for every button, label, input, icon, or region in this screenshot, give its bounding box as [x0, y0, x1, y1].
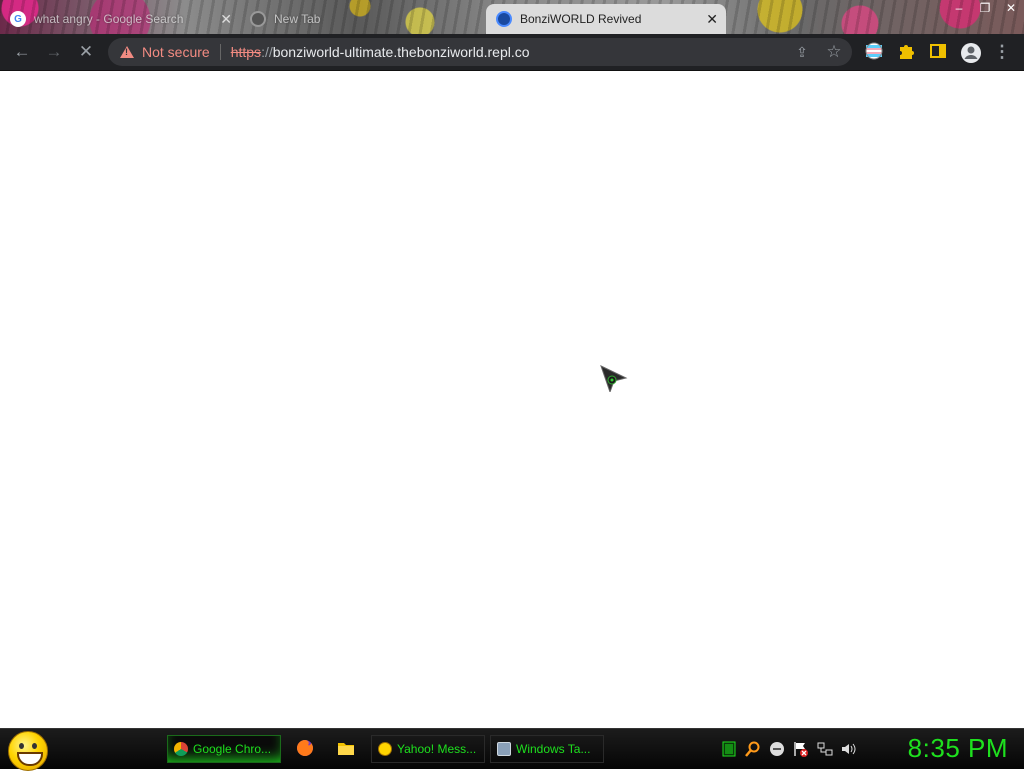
folder-icon[interactable]: [337, 739, 355, 757]
status-circle-icon[interactable]: [769, 741, 785, 757]
mouse-cursor-icon: [600, 365, 628, 392]
google-icon: G: [10, 11, 26, 27]
chrome-icon: [174, 742, 188, 756]
close-tab-icon[interactable]: ✕: [706, 11, 718, 28]
tab-new-tab[interactable]: New Tab: [250, 4, 480, 34]
taskbar-button-label: Windows Ta...: [516, 742, 591, 756]
firefox-icon[interactable]: [296, 739, 314, 757]
minimize-button[interactable]: –: [946, 0, 972, 18]
start-button-smiley-icon[interactable]: [8, 731, 48, 771]
taskbar-button-label: Google Chro...: [193, 742, 272, 756]
tab-bonziworld[interactable]: BonziWORLD Revived ✕: [486, 4, 726, 34]
divider: [219, 44, 221, 60]
address-bar[interactable]: Not secure https :// bonziworld-ultimate…: [108, 38, 852, 66]
close-tab-icon[interactable]: ✕: [220, 11, 232, 28]
url-scheme: https: [230, 44, 262, 60]
taskbar-clock[interactable]: 8:35 PM: [908, 733, 1008, 764]
extensions-puzzle-icon[interactable]: [896, 42, 916, 62]
extension-flag-icon[interactable]: [864, 42, 884, 62]
taskbar-button-label: Yahoo! Mess...: [397, 742, 477, 756]
volume-icon[interactable]: [841, 741, 857, 757]
url-separator: ://: [261, 44, 273, 60]
tab-title: what angry - Google Search: [34, 12, 184, 26]
back-arrow-icon[interactable]: ←: [12, 42, 32, 62]
bookmark-star-icon[interactable]: ☆: [824, 42, 844, 62]
network-icon[interactable]: [817, 741, 833, 757]
action-center-flag-icon[interactable]: [793, 741, 809, 757]
taskbar-chrome-button[interactable]: Google Chro...: [167, 735, 281, 763]
yahoo-messenger-icon: [378, 742, 392, 756]
taskbar-task-manager-button[interactable]: Windows Ta...: [490, 735, 604, 763]
tab-strip: G what angry - Google Search ✕ New Tab B…: [0, 0, 1024, 34]
tab-title: BonziWORLD Revived: [520, 12, 642, 26]
window-controls: – ❐ ✕: [946, 0, 1024, 18]
chrome-icon: [250, 11, 266, 27]
task-manager-icon: [497, 742, 511, 756]
restore-button[interactable]: ❐: [972, 0, 998, 18]
menu-kebab-icon[interactable]: ⋮: [992, 42, 1012, 62]
tab-title: New Tab: [274, 12, 321, 26]
monitor-green-icon[interactable]: [722, 741, 736, 757]
tab-google-search[interactable]: G what angry - Google Search ✕: [10, 4, 240, 34]
taskbar: Google Chro... Yahoo! Mess... Windows Ta…: [0, 728, 1024, 771]
profile-avatar-icon[interactable]: [960, 42, 981, 63]
share-icon[interactable]: ⇪: [792, 42, 812, 62]
forward-arrow-icon[interactable]: →: [44, 42, 64, 62]
taskbar-yahoo-messenger-button[interactable]: Yahoo! Mess...: [371, 735, 485, 763]
url-host: bonziworld-ultimate.thebonziworld.repl.c…: [272, 44, 530, 60]
security-status[interactable]: Not secure: [142, 44, 210, 60]
warning-icon: [120, 46, 134, 58]
magnifier-icon[interactable]: [745, 741, 761, 757]
web-page-content[interactable]: [0, 71, 1024, 728]
stop-loading-icon[interactable]: ✕: [76, 42, 96, 62]
browser-toolbar: ← → ✕ Not secure https :// bonziworld-ul…: [0, 34, 1024, 71]
bonziworld-icon: [496, 11, 512, 27]
side-panel-icon[interactable]: [928, 42, 948, 62]
close-window-button[interactable]: ✕: [998, 0, 1024, 18]
